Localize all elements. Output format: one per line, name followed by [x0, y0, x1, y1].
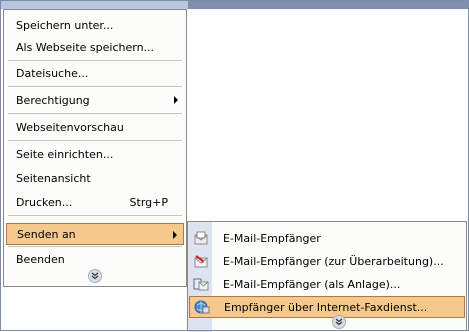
menu-separator	[8, 60, 182, 61]
file-menu: Speichern unter... Als Webseite speicher…	[3, 9, 187, 287]
menu-item-print[interactable]: Drucken... Strg+P	[6, 191, 184, 213]
chevron-double-down-icon	[88, 269, 102, 283]
menu-separator	[8, 215, 182, 216]
menu-item-file-search[interactable]: Dateisuche...	[6, 62, 184, 84]
menu-separator	[8, 246, 182, 247]
submenu-item-mail-recipient[interactable]: E-Mail-Empfänger	[189, 227, 465, 249]
mail-attachment-icon	[189, 276, 213, 292]
menu-item-save-as[interactable]: Speichern unter...	[6, 14, 184, 36]
mail-recipient-icon	[189, 230, 213, 246]
internet-fax-icon	[190, 299, 214, 315]
submenu-arrow-icon	[173, 231, 177, 239]
expand-menu-button[interactable]	[6, 267, 184, 285]
menu-separator	[8, 140, 182, 141]
menu-item-web-preview[interactable]: Webseitenvorschau	[6, 116, 184, 138]
menu-item-send-to[interactable]: Senden an	[6, 223, 184, 245]
menu-separator	[8, 113, 182, 114]
menu-item-save-as-webpage[interactable]: Als Webseite speichern...	[6, 36, 184, 58]
expand-submenu-button[interactable]	[212, 315, 466, 329]
shortcut-label: Strg+P	[129, 195, 168, 209]
submenu-item-mail-review[interactable]: E-Mail-Empfänger (zur Überarbeitung)...	[189, 250, 465, 272]
chevron-double-down-icon	[332, 315, 346, 329]
menu-separator	[8, 86, 182, 87]
submenu-arrow-icon	[174, 96, 178, 104]
mail-review-icon	[189, 253, 213, 269]
menu-item-print-preview[interactable]: Seitenansicht	[6, 167, 184, 189]
send-to-submenu: E-Mail-Empfänger E-Mail-Empfänger (zur Ü…	[187, 221, 467, 332]
submenu-item-mail-attachment[interactable]: E-Mail-Empfänger (als Anlage)...	[189, 273, 465, 295]
menu-item-permission[interactable]: Berechtigung	[6, 89, 184, 111]
menu-item-page-setup[interactable]: Seite einrichten...	[6, 143, 184, 165]
toolbar-strip	[188, 0, 469, 9]
